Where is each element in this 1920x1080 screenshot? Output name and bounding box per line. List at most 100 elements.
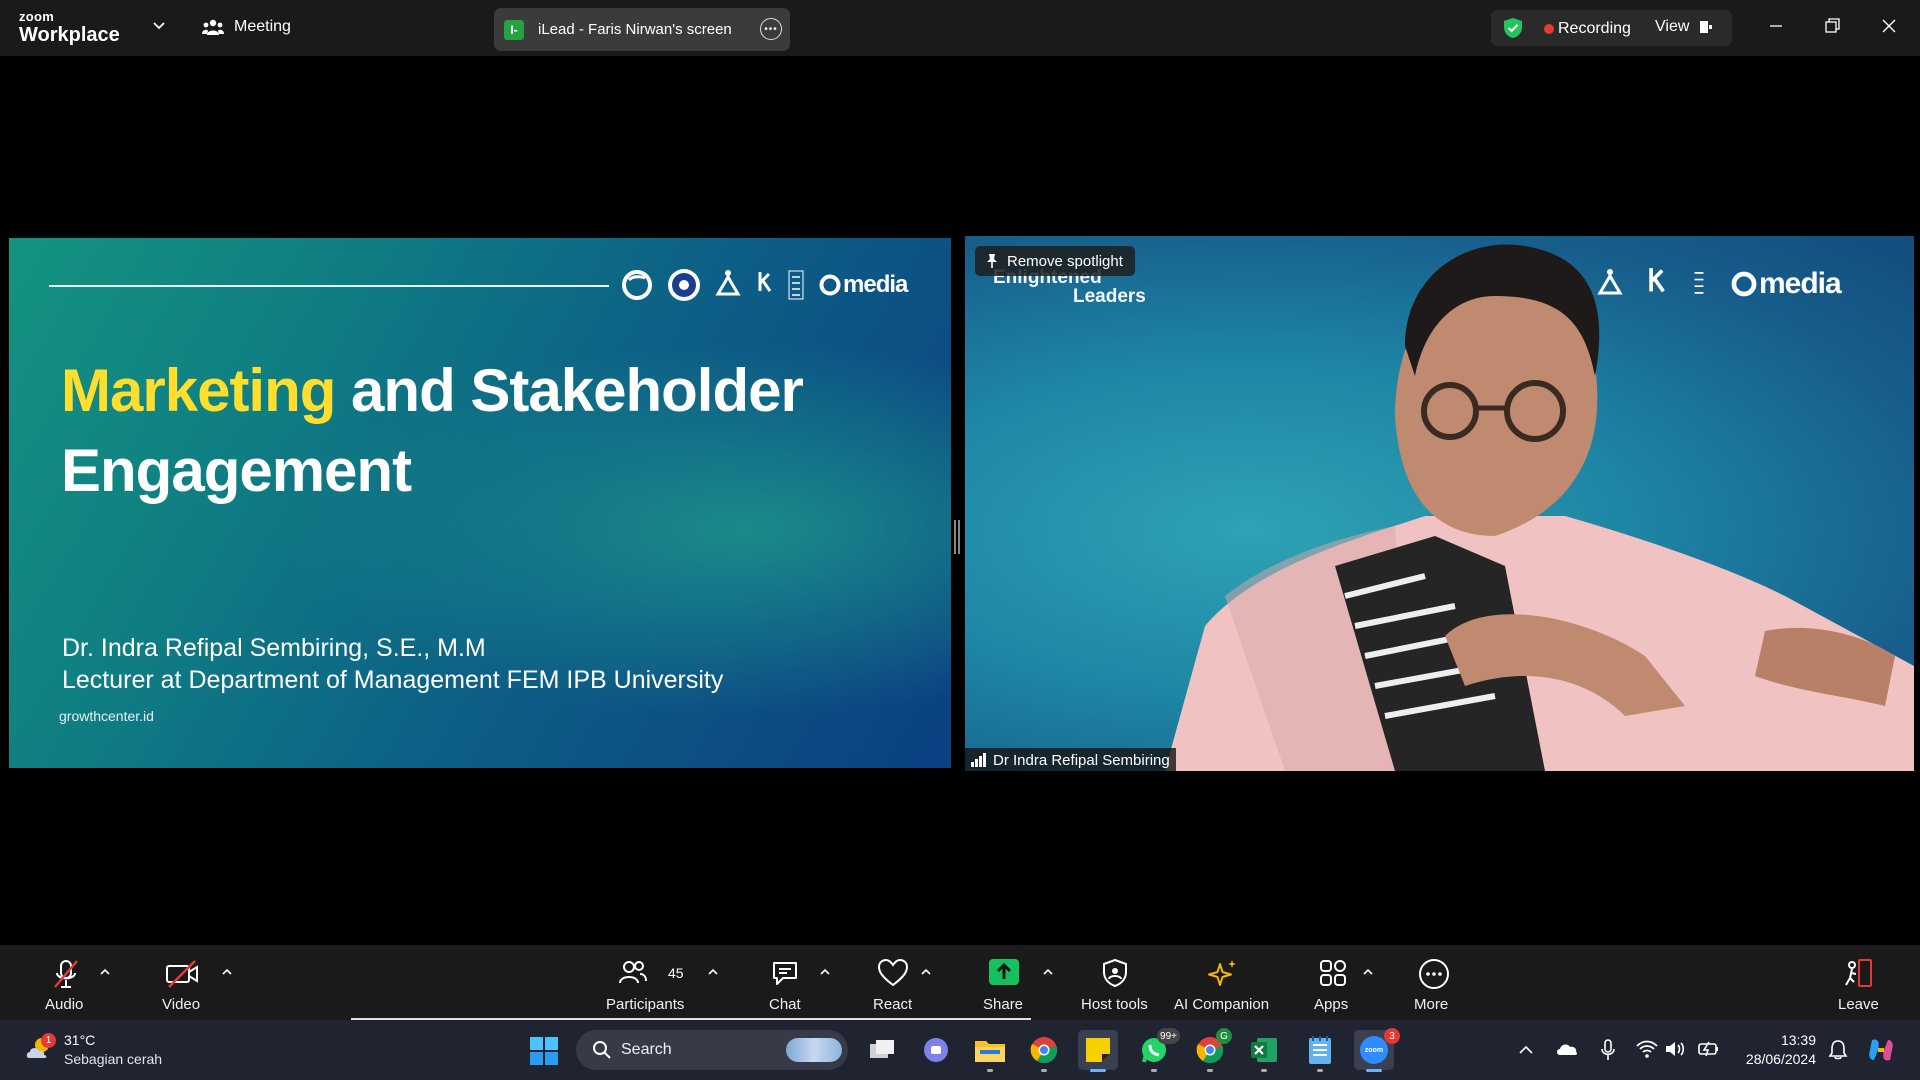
apps-options-chevron-icon[interactable] <box>1362 967 1374 977</box>
taskbar-chrome-profile-1[interactable] <box>1024 1030 1064 1072</box>
apps-button[interactable]: Apps <box>1314 945 1352 1020</box>
teams-chat-icon <box>924 1038 948 1062</box>
ipb-seal-icon <box>668 269 700 301</box>
video-options-chevron-icon[interactable] <box>221 967 233 977</box>
taskbar-search-box[interactable]: Search <box>576 1030 848 1070</box>
recording-dot-icon <box>1544 24 1554 34</box>
running-indicator <box>1041 1069 1047 1072</box>
react-options-chevron-icon[interactable] <box>920 967 932 977</box>
taskbar-chrome-profile-2[interactable]: G <box>1190 1028 1232 1072</box>
taskbar-sticky-notes[interactable] <box>1078 1030 1118 1072</box>
show-hidden-icons-chevron-icon[interactable] <box>1518 1044 1534 1056</box>
video-off-icon <box>166 960 198 988</box>
minimize-icon[interactable] <box>1764 14 1788 38</box>
battery-charging-icon[interactable] <box>1697 1039 1721 1059</box>
meeting-label: Meeting <box>234 18 291 35</box>
running-indicator <box>1151 1069 1157 1072</box>
taskbar-whatsapp[interactable]: 99+ <box>1134 1028 1180 1072</box>
taskbar-file-explorer[interactable] <box>970 1030 1010 1072</box>
more-label: More <box>1414 996 1449 1013</box>
zoom-workplace-logo[interactable]: zoom Workplace <box>19 10 120 45</box>
chrome-icon <box>1030 1037 1058 1064</box>
ai-companion-label: AI Companion <box>1174 996 1270 1013</box>
search-label: Search <box>621 1041 672 1058</box>
remove-spotlight-label: Remove spotlight <box>1007 252 1123 270</box>
chrome-profile-badge: G <box>1216 1028 1232 1044</box>
audio-options-chevron-icon[interactable] <box>99 967 111 977</box>
participant-video-tile[interactable]: Enlightened Leaders Remove spotlight med… <box>965 236 1914 771</box>
wifi-icon[interactable] <box>1636 1039 1658 1059</box>
share-options-chevron-icon[interactable] <box>1042 967 1054 977</box>
brand-small: zoom <box>19 9 55 24</box>
copilot-icon[interactable] <box>1866 1036 1896 1064</box>
more-options-icon[interactable]: ••• <box>760 18 782 40</box>
remove-spotlight-button[interactable]: Remove spotlight <box>975 246 1135 276</box>
growth-academy-logo-icon <box>715 270 741 296</box>
chat-button[interactable]: Chat <box>768 945 802 1020</box>
system-clock[interactable]: 13:39 28/06/2024 <box>1736 1031 1816 1069</box>
weather-condition[interactable]: Sebagian cerah <box>64 1051 162 1067</box>
folder-icon <box>975 1041 1005 1062</box>
more-button[interactable]: More <box>1414 945 1454 1020</box>
host-shield-icon <box>1103 958 1127 988</box>
share-label: Share <box>983 996 1024 1013</box>
taskbar-notepad[interactable] <box>1300 1030 1340 1072</box>
share-app-icon: I- <box>504 19 524 40</box>
running-indicator <box>1317 1069 1323 1072</box>
weather-notification-badge: 1 <box>41 1033 56 1048</box>
temperature[interactable]: 31°C <box>64 1032 95 1048</box>
view-layout-icon[interactable] <box>1699 20 1713 34</box>
kognisi-logo-icon <box>758 272 772 292</box>
running-indicator <box>1261 1069 1267 1072</box>
chat-label: Chat <box>769 996 801 1013</box>
video-button[interactable]: Video <box>162 945 202 1020</box>
ai-companion-button[interactable]: AI Companion <box>1174 945 1272 1020</box>
running-indicator <box>987 1069 993 1072</box>
zoom-app-icon: zoom <box>1360 1036 1388 1064</box>
signal-strength-icon <box>971 753 986 767</box>
chevron-down-icon[interactable] <box>152 18 166 32</box>
recording-label[interactable]: Recording <box>1558 20 1631 38</box>
leave-door-icon <box>1845 959 1872 987</box>
slide-website: growthcenter.id <box>59 708 154 724</box>
mic-muted-icon <box>54 960 78 988</box>
excel-icon <box>1251 1038 1277 1062</box>
apps-label: Apps <box>1314 996 1349 1013</box>
running-indicator <box>1366 1069 1382 1072</box>
taskbar-zoom[interactable]: zoom 3 <box>1354 1028 1400 1072</box>
growth-center-logo-icon <box>622 270 652 300</box>
encryption-shield-icon[interactable] <box>1503 17 1523 39</box>
host-tools-button[interactable]: Host tools <box>1080 945 1150 1020</box>
audio-button[interactable]: Audio <box>44 945 88 1020</box>
video-label: Video <box>162 996 201 1013</box>
restore-icon[interactable] <box>1820 14 1844 38</box>
meeting-toolbar: Audio Video 45 Participants Chat React S… <box>0 945 1920 1020</box>
onedrive-cloud-icon[interactable] <box>1555 1039 1579 1059</box>
notifications-do-not-disturb-icon[interactable] <box>1827 1039 1849 1061</box>
taskbar-excel[interactable] <box>1244 1030 1284 1072</box>
meeting-menu[interactable]: Meeting <box>202 17 291 37</box>
share-screen-icon <box>989 959 1019 985</box>
react-button[interactable]: React <box>873 945 913 1020</box>
participants-label: Participants <box>606 996 685 1013</box>
g-media-mark-icon <box>819 274 841 296</box>
screen-share-indicator[interactable]: I- iLead - Faris Nirwan's screen ••• <box>494 8 790 51</box>
taskbar-task-view[interactable] <box>862 1030 902 1070</box>
participants-button[interactable]: 45 Participants <box>606 945 690 1020</box>
close-icon[interactable] <box>1877 14 1901 38</box>
share-button[interactable]: Share <box>982 945 1026 1020</box>
audio-label: Audio <box>45 996 84 1013</box>
heart-icon <box>877 958 909 987</box>
microphone-icon[interactable] <box>1600 1039 1616 1061</box>
windows-start-icon[interactable] <box>530 1037 558 1065</box>
slide-title-line2: Engagement <box>61 437 412 504</box>
slide-rule <box>49 285 609 287</box>
split-resize-handle[interactable] <box>954 520 960 554</box>
leave-button[interactable]: Leave <box>1838 945 1879 1020</box>
volume-icon[interactable] <box>1664 1039 1686 1059</box>
taskbar-teams[interactable] <box>916 1030 956 1070</box>
participant-name-tag: Dr Indra Refipal Sembiring <box>965 748 1176 771</box>
participants-options-chevron-icon[interactable] <box>707 967 719 977</box>
chat-options-chevron-icon[interactable] <box>819 967 831 977</box>
view-button[interactable]: View <box>1655 18 1689 36</box>
